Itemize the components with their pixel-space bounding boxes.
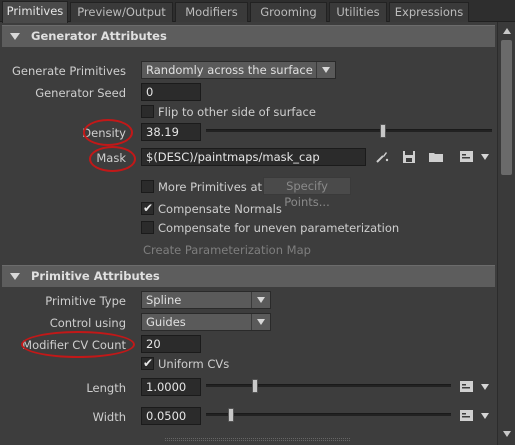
generate-primitives-dropdown[interactable]: Randomly across the surface: [141, 61, 336, 79]
chevron-down-icon: [251, 314, 270, 330]
specify-points-button[interactable]: Specify Points...: [263, 177, 351, 209]
attribute-editor-panel: Generator Attributes Generate Primitives…: [0, 22, 497, 445]
compensate-normals-checkbox[interactable]: ✔: [141, 201, 154, 215]
tab-bar: Primitives Preview/Output Modifiers Groo…: [0, 0, 515, 23]
mask-annotation-circle: [89, 146, 136, 172]
tab-modifiers[interactable]: Modifiers: [175, 2, 248, 22]
vertical-scrollbar[interactable]: [497, 22, 515, 445]
modifier-cv-count-field[interactable]: 20: [141, 335, 201, 353]
dropdown-arrow-icon[interactable]: [481, 384, 489, 390]
checkmark-icon: ✔: [143, 201, 154, 215]
control-using-value: Guides: [146, 315, 186, 329]
save-icon[interactable]: [401, 149, 417, 165]
generator-seed-field[interactable]: 0: [141, 83, 201, 101]
section-title: Primitive Attributes: [31, 269, 160, 283]
more-primitives-checkbox[interactable]: [141, 180, 154, 193]
length-label: Length: [86, 381, 126, 395]
generate-primitives-value: Randomly across the surface: [146, 63, 313, 77]
generate-primitives-label: Generate Primitives: [12, 64, 126, 78]
tab-expressions[interactable]: Expressions: [389, 2, 469, 22]
chevron-down-icon: [251, 292, 270, 308]
length-slider-track[interactable]: [206, 384, 451, 387]
uniform-cvs-checkbox[interactable]: ✔: [141, 356, 154, 370]
width-slider-track[interactable]: [206, 413, 451, 416]
scroll-up-arrow-icon[interactable]: [503, 28, 511, 34]
paint-brush-icon[interactable]: [374, 149, 390, 165]
cv-count-annotation-circle: [21, 331, 135, 358]
dropdown-arrow-icon[interactable]: [481, 154, 489, 160]
collapse-triangle-icon: [10, 273, 20, 280]
folder-icon[interactable]: [428, 149, 444, 165]
tab-grooming[interactable]: Grooming: [250, 2, 327, 22]
generator-attributes-header[interactable]: Generator Attributes: [2, 25, 495, 47]
primitive-attributes-header[interactable]: Primitive Attributes: [2, 265, 495, 287]
scroll-thumb[interactable]: [501, 40, 512, 175]
compensate-normals-label: Compensate Normals: [158, 202, 282, 216]
density-slider-track[interactable]: [206, 129, 492, 132]
expression-icon[interactable]: [459, 379, 475, 395]
more-primitives-label: More Primitives at: [158, 180, 263, 194]
mask-field[interactable]: $(DESC)/paintmaps/mask_cap: [141, 148, 366, 166]
primitive-type-dropdown[interactable]: Spline: [141, 291, 271, 309]
width-field[interactable]: 0.0500: [141, 407, 201, 425]
compensate-uneven-label: Compensate for uneven parameterization: [158, 221, 400, 235]
flip-label: Flip to other side of surface: [158, 105, 316, 119]
collapse-triangle-icon: [10, 33, 20, 40]
length-slider-handle[interactable]: [252, 379, 258, 393]
control-using-dropdown[interactable]: Guides: [141, 313, 271, 331]
length-field[interactable]: 1.0000: [141, 378, 201, 396]
create-parameterization-map-button[interactable]: Create Parameterization Map: [143, 243, 311, 257]
flip-checkbox[interactable]: [141, 105, 154, 118]
chevron-down-icon: [316, 62, 335, 78]
tab-preview-output[interactable]: Preview/Output: [70, 2, 173, 22]
density-annotation-circle: [83, 119, 133, 146]
compensate-uneven-checkbox[interactable]: [141, 221, 154, 234]
checkmark-icon: ✔: [143, 356, 154, 370]
uniform-cvs-label: Uniform CVs: [158, 357, 230, 371]
tab-utilities[interactable]: Utilities: [329, 2, 387, 22]
width-label: Width: [92, 410, 126, 424]
scroll-down-arrow-icon[interactable]: [503, 431, 511, 437]
section-title: Generator Attributes: [31, 29, 167, 43]
dropdown-arrow-icon[interactable]: [481, 413, 489, 419]
density-field[interactable]: 38.19: [141, 123, 201, 141]
tab-primitives[interactable]: Primitives: [2, 1, 68, 23]
primitive-type-value: Spline: [146, 293, 182, 307]
resize-grip[interactable]: [165, 438, 350, 441]
expression-icon[interactable]: [459, 408, 475, 424]
density-slider-handle[interactable]: [380, 124, 387, 138]
primitive-type-label: Primitive Type: [45, 294, 126, 308]
generator-seed-label: Generator Seed: [35, 86, 126, 100]
control-using-label: Control using: [49, 316, 126, 330]
width-slider-handle[interactable]: [227, 408, 234, 422]
expression-icon[interactable]: [459, 149, 475, 165]
